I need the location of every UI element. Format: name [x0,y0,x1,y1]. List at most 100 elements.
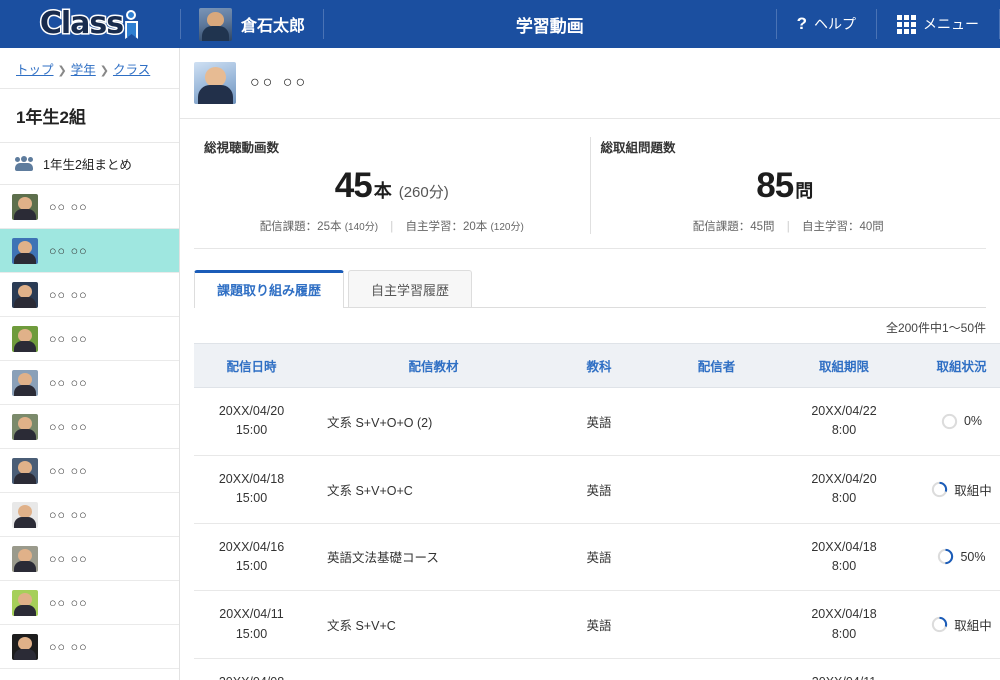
cell-material[interactable]: 文系 S+V+O+C [309,455,544,523]
sidebar-student-item[interactable]: ○○ ○○ [0,405,179,449]
stat-breakdown-assigned: 配信課題：25本 [260,221,342,233]
page-body: トップ❯学年❯クラス 1年生2組 1年生2組まとめ ○○ ○○○○ ○○○○ ○… [0,48,1000,680]
stat-unit: 問 [795,177,813,203]
cell-delivery-date: 20XX/04/0815:00 [194,659,309,680]
breadcrumb-item-top[interactable]: トップ [16,63,54,77]
app-header: Class 倉石太郎 学習動画 ? ヘルプ メニュー [0,0,1000,48]
sidebar-student-name: ○○ ○○ [49,244,88,258]
avatar [12,634,38,660]
cell-due-date: 20XX/04/188:00 [779,523,909,591]
delivery-time: 15:00 [200,421,303,440]
cell-publisher [654,591,779,659]
current-user-chip[interactable]: 倉石太郎 [181,0,323,48]
table-row[interactable]: 20XX/04/1615:00英語文法基礎コース英語20XX/04/188:00… [194,523,1000,591]
stat-breakdown-divider: | [787,221,790,233]
people-group-icon [14,156,34,172]
sidebar-student-item[interactable]: ○○ ○○ [0,185,179,229]
classi-logo[interactable]: Class [0,0,180,48]
cell-subject: 英語 [544,455,654,523]
avatar [194,62,236,104]
col-due-date[interactable]: 取組期限 [779,344,909,388]
tab-self-study-history[interactable]: 自主学習履歴 [348,270,472,308]
col-publisher[interactable]: 配信者 [654,344,779,388]
tab-label: 自主学習履歴 [371,283,449,298]
table-header-row: 配信日時 配信教材 教科 配信者 取組期限 取組状況 [194,344,1000,388]
breadcrumb-item-grade[interactable]: 学年 [71,63,96,77]
sidebar-item-label: 1年生2組まとめ [43,154,132,173]
col-status[interactable]: 取組状況 [909,344,1000,388]
tab-assignment-history[interactable]: 課題取り組み履歴 [194,270,344,308]
status-indicator: 0% [915,413,1000,430]
table-row[interactable]: 20XX/04/0815:00センター対策英語コース英語20XX/04/118:… [194,659,1000,680]
sidebar-student-item[interactable]: ○○ ○○ [0,273,179,317]
cell-material[interactable]: 英語文法基礎コース [309,523,544,591]
status-indicator: 取組中 [915,615,1000,634]
sidebar-student-item[interactable]: ○○ ○○ [0,537,179,581]
delivery-date: 20XX/04/08 [200,673,303,680]
table-row[interactable]: 20XX/04/2015:00文系 S+V+O+O (2)英語20XX/04/2… [194,388,1000,456]
delivery-date: 20XX/04/20 [200,402,303,421]
sidebar-student-item[interactable]: ○○ ○○ [0,361,179,405]
sidebar-student-item[interactable]: ○○ ○○ [0,493,179,537]
cell-status: 取組中 [909,455,1000,523]
avatar [12,238,38,264]
cell-status: 取組中 [909,591,1000,659]
status-text: 取組中 [954,480,992,499]
breadcrumb-separator-icon: ❯ [58,65,67,77]
sidebar-student-item[interactable]: ○○ ○○ [0,317,179,361]
table-row[interactable]: 20XX/04/1815:00文系 S+V+O+C英語20XX/04/208:0… [194,455,1000,523]
cell-status: 50% [909,523,1000,591]
stat-breakdown-assigned-minutes: (140分) [345,222,378,233]
cell-due-date: 20XX/04/208:00 [779,455,909,523]
help-button[interactable]: ? ヘルプ [777,0,876,48]
sidebar-student-name: ○○ ○○ [49,376,88,390]
sidebar-student-item[interactable]: ○○ ○○ [0,449,179,493]
cell-delivery-date: 20XX/04/1115:00 [194,591,309,659]
sidebar-student-name: ○○ ○○ [49,464,88,478]
sidebar-student-item[interactable]: ○○ ○○ [0,229,179,273]
sidebar-student-item[interactable]: ○○ ○○ [0,625,179,669]
result-count: 全200件中1～50件 [180,308,1000,343]
cell-material[interactable]: 文系 S+V+C [309,591,544,659]
avatar [12,370,38,396]
progress-ring-icon [941,413,958,430]
cell-material[interactable]: 文系 S+V+O+O (2) [309,388,544,456]
col-delivery-date[interactable]: 配信日時 [194,344,309,388]
stats-panel: 総視聴動画数 45 本 (260分) 配信課題：25本 (140分) | 自主学… [194,119,986,249]
sidebar-item-class-summary[interactable]: 1年生2組まとめ [0,143,179,185]
due-time: 8:00 [785,489,903,508]
cell-status: 0% [909,659,1000,680]
stat-total-questions: 総取組問題数 85 問 配信課題：45問 | 自主学習：40問 [590,137,987,234]
stat-breakdown-self-minutes: (120分) [490,222,523,233]
question-mark-icon: ? [797,14,807,34]
due-date: 20XX/04/11 [785,673,903,680]
cell-subject: 英語 [544,659,654,680]
delivery-date: 20XX/04/11 [200,605,303,624]
breadcrumb-item-class[interactable]: クラス [113,63,150,77]
col-material[interactable]: 配信教材 [309,344,544,388]
cell-status: 0% [909,388,1000,456]
sidebar-student-item[interactable]: ○○ ○○ [0,581,179,625]
sidebar-student-name: ○○ ○○ [49,508,88,522]
student-header: ○○ ○○ [180,48,1000,119]
cell-material[interactable]: センター対策英語コース [309,659,544,680]
sidebar-student-name: ○○ ○○ [49,596,88,610]
grid-menu-icon [897,15,916,34]
stat-breakdown: 配信課題：45問 | 自主学習：40問 [601,218,977,234]
stat-breakdown-self: 自主学習：20本 [405,221,487,233]
sidebar-student-name: ○○ ○○ [49,332,88,346]
table-row[interactable]: 20XX/04/1115:00文系 S+V+C英語20XX/04/188:00取… [194,591,1000,659]
cell-subject: 英語 [544,591,654,659]
stat-breakdown-divider: | [390,221,393,233]
col-subject[interactable]: 教科 [544,344,654,388]
stat-breakdown-assigned: 配信課題：45問 [693,221,775,233]
stat-label: 総取組問題数 [601,137,977,156]
delivery-date: 20XX/04/16 [200,538,303,557]
main-content: ○○ ○○ 総視聴動画数 45 本 (260分) 配信課題：25本 (140分)… [180,48,1000,680]
menu-button[interactable]: メニュー [877,0,999,48]
sidebar-student-name: ○○ ○○ [49,200,88,214]
menu-label: メニュー [923,14,979,34]
delivery-date: 20XX/04/18 [200,470,303,489]
cell-subject: 英語 [544,523,654,591]
status-text: 取組中 [954,615,992,634]
